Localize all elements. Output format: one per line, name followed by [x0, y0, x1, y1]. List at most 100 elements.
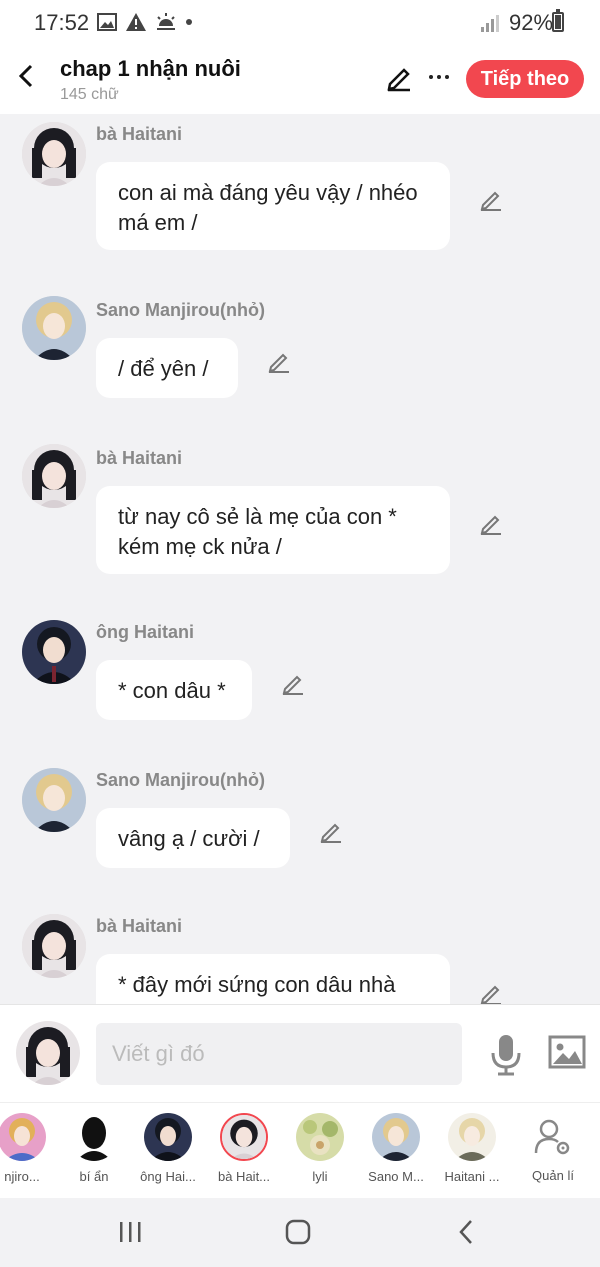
character-item[interactable]: bà Hait... [206, 1113, 282, 1184]
message-bubble[interactable]: con ai mà đáng yêu vậy / nhéo má em / [96, 162, 450, 250]
avatar[interactable] [22, 768, 86, 832]
message-bubble[interactable]: từ nay cô sẻ là mẹ của con * kém mẹ ck n… [96, 486, 450, 574]
message-bubble[interactable]: * con dâu * [96, 660, 252, 720]
home-button[interactable] [278, 1216, 318, 1248]
system-nav-bar [0, 1198, 600, 1267]
insert-image-button[interactable] [548, 1035, 586, 1069]
character-item[interactable]: Sano M... [358, 1113, 434, 1184]
dark-hair-woman-avatar-icon [22, 914, 86, 978]
chapter-title[interactable]: chap 1 nhận nuôi [60, 56, 241, 82]
editor-header: chap 1 nhận nuôi 145 chữ Tiếp theo [0, 46, 600, 114]
warning-icon [126, 13, 146, 31]
edit-message-button[interactable] [266, 348, 292, 374]
edit-message-button[interactable] [478, 186, 504, 212]
composer-bar [0, 1004, 600, 1102]
system-back-button[interactable] [446, 1216, 486, 1248]
back-button[interactable] [10, 60, 42, 92]
speaker-name: Sano Manjirou(nhỏ) [96, 770, 265, 790]
dialogue-list[interactable]: bà Haitani con ai mà đáng yêu vậy / nhéo… [0, 114, 600, 1004]
edit-title-button[interactable] [384, 62, 414, 92]
dot-icon [445, 75, 449, 79]
pencil-icon [387, 68, 410, 92]
avatar[interactable] [22, 296, 86, 360]
speaker-name: bà Haitani [96, 448, 183, 468]
character-name: bà Hait... [217, 1169, 271, 1184]
manage-characters-button[interactable]: Quản lí [520, 1117, 586, 1183]
pencil-icon [480, 191, 501, 211]
dark-hair-woman-avatar-icon [16, 1021, 80, 1085]
avatar [220, 1113, 268, 1161]
back-icon [459, 1220, 472, 1244]
edit-message-button[interactable] [318, 818, 344, 844]
next-button[interactable]: Tiếp theo [466, 60, 584, 98]
dark-hair-man-avatar-icon [144, 1113, 192, 1161]
chevron-left-icon [18, 64, 33, 88]
character-item[interactable]: Haitani ... [434, 1113, 510, 1184]
avatar [70, 1113, 118, 1161]
character-name: lyli [312, 1169, 328, 1184]
signal-icon [481, 15, 499, 32]
more-options-button[interactable] [424, 62, 454, 92]
message-bubble[interactable]: vâng ạ / cười / [96, 808, 290, 868]
character-name: njiro... [4, 1169, 40, 1184]
avatar [372, 1113, 420, 1161]
word-count: 145 chữ [60, 86, 119, 103]
speaker-name: bà Haitani [96, 124, 183, 144]
recent-apps-icon [120, 1222, 141, 1242]
light-hair-avatar-icon [448, 1113, 496, 1161]
floral-avatar-icon [296, 1113, 344, 1161]
message-bubble[interactable]: / để yên / [96, 338, 238, 398]
character-item[interactable]: njiro... [0, 1113, 60, 1184]
avatar[interactable] [22, 620, 86, 684]
avatar[interactable] [22, 122, 86, 186]
dark-hair-woman-avatar-icon [22, 122, 86, 186]
microphone-icon [491, 1035, 521, 1076]
character-name: Haitani ... [444, 1169, 500, 1184]
blond-boy-avatar-icon [372, 1113, 420, 1161]
blond-boy-avatar-icon [22, 768, 86, 832]
home-icon [285, 1219, 311, 1245]
avatar[interactable] [22, 444, 86, 508]
character-name: bí ẩn [79, 1169, 109, 1184]
speaker-name: ông Haitani [96, 622, 194, 642]
dark-hair-woman-avatar-icon [22, 444, 86, 508]
voice-button[interactable] [488, 1033, 524, 1077]
user-settings-icon [534, 1119, 570, 1155]
avatar[interactable] [22, 914, 86, 978]
edit-message-button[interactable] [478, 510, 504, 536]
pencil-icon [282, 675, 303, 695]
dark-hair-woman-avatar-icon [222, 1115, 266, 1159]
pencil-icon [268, 353, 289, 373]
current-speaker-avatar[interactable] [16, 1021, 80, 1085]
mystery-silhouette-icon [70, 1113, 118, 1161]
speaker-name: bà Haitani [96, 916, 183, 936]
avatar [144, 1113, 192, 1161]
blond-boy-avatar-icon [22, 296, 86, 360]
character-item[interactable]: bí ẩn [56, 1113, 132, 1184]
edit-message-button[interactable] [280, 670, 306, 696]
recent-apps-button[interactable] [110, 1216, 150, 1248]
dot-icon [437, 75, 441, 79]
character-avatar-icon [0, 1113, 46, 1161]
pencil-icon [480, 985, 501, 1004]
status-icons [97, 12, 193, 32]
character-item[interactable]: lyli [282, 1113, 358, 1184]
message-input[interactable] [96, 1023, 462, 1085]
character-name: Sano M... [368, 1169, 424, 1184]
dark-hair-man-avatar-icon [22, 620, 86, 684]
battery-percent: 92% [509, 10, 554, 35]
avatar [0, 1113, 46, 1161]
weather-icon [157, 13, 175, 30]
manage-label: Quản lí [532, 1168, 574, 1183]
battery-icon [552, 9, 564, 32]
dot-icon [186, 19, 192, 25]
message-bubble[interactable]: * đây mới sứng con dâu nhà [96, 954, 450, 1004]
character-name: ông Hai... [140, 1169, 196, 1184]
pencil-icon [320, 823, 341, 843]
avatar [296, 1113, 344, 1161]
character-item[interactable]: ông Hai... [130, 1113, 206, 1184]
status-time: 17:52 [34, 10, 90, 35]
status-bar: 17:52 92% [0, 0, 600, 46]
edit-message-button[interactable] [478, 980, 504, 1004]
avatar [448, 1113, 496, 1161]
